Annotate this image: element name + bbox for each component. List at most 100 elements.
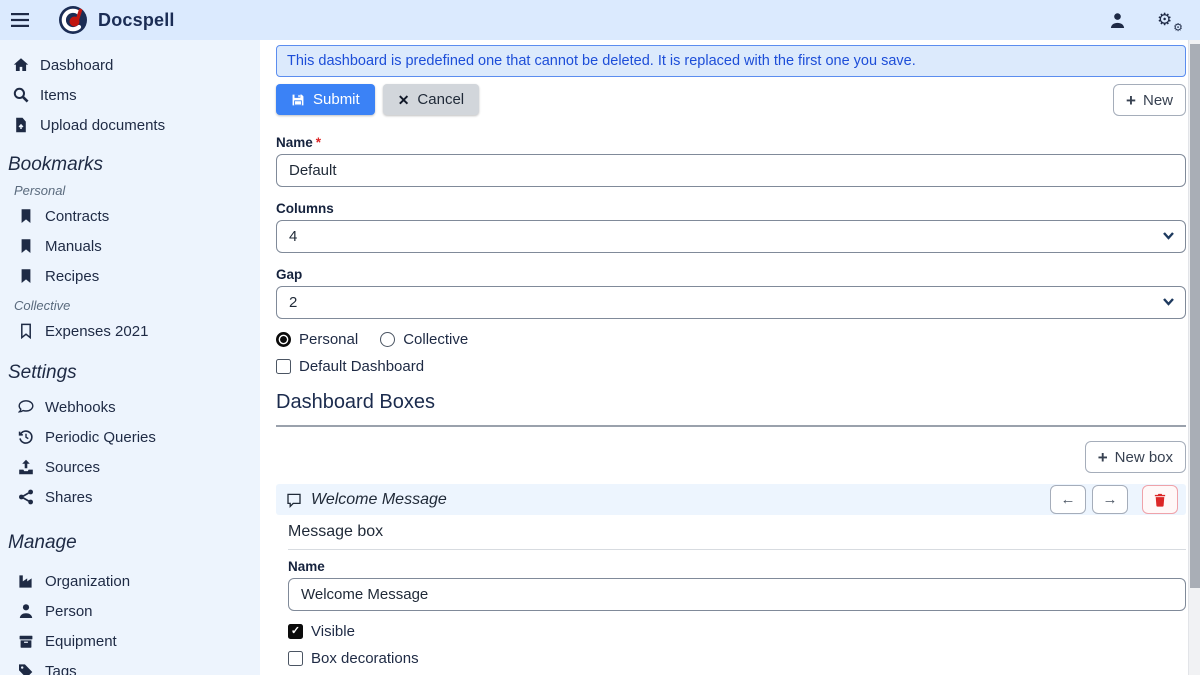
- move-box-left-button[interactable]: ←: [1050, 485, 1086, 514]
- file-upload-icon: [12, 117, 29, 134]
- sidebar-item-equipment[interactable]: Equipment: [0, 626, 260, 656]
- sidebar-item-person[interactable]: Person: [0, 596, 260, 626]
- dashboard-box-header: Welcome Message ← →: [276, 484, 1186, 515]
- columns-select-value: 4: [289, 228, 297, 245]
- chevron-down-icon: [1163, 232, 1174, 240]
- sidebar-item-dashboard[interactable]: Dasbhoard: [0, 50, 260, 80]
- vertical-scrollbar[interactable]: [1188, 40, 1200, 675]
- bookmark-icon: [17, 208, 34, 225]
- sidebar-item-periodic-queries[interactable]: Periodic Queries: [0, 422, 260, 452]
- sidebar-item-expenses-2021[interactable]: Expenses 2021: [0, 316, 260, 346]
- main-content: This dashboard is predefined one that ca…: [260, 40, 1188, 675]
- dashboard-box-title-text: Welcome Message: [311, 491, 447, 509]
- sidebar-item-label: Items: [40, 87, 77, 104]
- box-decorations-checkbox[interactable]: Box decorations: [288, 650, 419, 667]
- bookmarks-group-personal: Personal: [14, 183, 260, 198]
- checkbox-checked-icon: ✓: [288, 624, 303, 639]
- box-type-label: Message box: [288, 523, 1186, 550]
- submit-button[interactable]: Submit: [276, 84, 375, 115]
- columns-select[interactable]: 4: [276, 220, 1186, 253]
- sidebar-item-sources[interactable]: Sources: [0, 452, 260, 482]
- search-icon: [12, 87, 29, 104]
- dashboard-box-body: Message box Name ✓ Visible Box decoratio…: [276, 515, 1186, 675]
- user-menu-button[interactable]: [1104, 7, 1130, 33]
- user-icon: [1109, 12, 1126, 29]
- visible-checkbox[interactable]: ✓ Visible: [288, 623, 355, 640]
- sidebar-item-shares[interactable]: Shares: [0, 482, 260, 512]
- plus-icon: +: [1098, 449, 1108, 466]
- move-box-right-button[interactable]: →: [1092, 485, 1128, 514]
- sidebar-item-label: Upload documents: [40, 117, 165, 134]
- hamburger-menu-button[interactable]: [0, 0, 40, 40]
- default-dashboard-label: Default Dashboard: [299, 358, 424, 375]
- new-box-button-label: New box: [1115, 449, 1173, 466]
- form-actions: Submit ✕ Cancel + New: [276, 84, 1186, 116]
- sidebar-item-label: Shares: [45, 489, 93, 506]
- sidebar-item-items[interactable]: Items: [0, 80, 260, 110]
- new-box-button[interactable]: + New box: [1085, 441, 1186, 473]
- visible-label: Visible: [311, 623, 355, 640]
- checkbox-unchecked-icon: [276, 359, 291, 374]
- history-icon: [17, 429, 34, 446]
- close-icon: ✕: [398, 93, 410, 107]
- arrow-left-icon: ←: [1061, 491, 1076, 508]
- new-box-row: + New box: [276, 441, 1186, 473]
- sidebar-item-recipes[interactable]: Recipes: [0, 261, 260, 291]
- radio-collective-label: Collective: [403, 331, 468, 348]
- sidebar-item-label: Organization: [45, 573, 130, 590]
- box-name-input[interactable]: [288, 578, 1186, 611]
- bookmark-outline-icon: [17, 323, 34, 340]
- radio-collective[interactable]: Collective: [380, 331, 468, 348]
- sidebar-item-label: Equipment: [45, 633, 117, 650]
- tags-icon: [17, 663, 34, 675]
- person-icon: [17, 603, 34, 620]
- comment-box-icon: [286, 492, 302, 508]
- radio-personal[interactable]: Personal: [276, 331, 358, 348]
- sidebar-item-label: Sources: [45, 459, 100, 476]
- sidebar-item-tags[interactable]: Tags: [0, 656, 260, 675]
- sidebar-item-organization[interactable]: Organization: [0, 566, 260, 596]
- hamburger-icon: [11, 13, 29, 27]
- submit-button-label: Submit: [313, 91, 360, 108]
- radio-checked-icon: [276, 332, 291, 347]
- cancel-button[interactable]: ✕ Cancel: [383, 84, 479, 115]
- dashboard-box-title: Welcome Message: [286, 491, 447, 509]
- app-title: Docspell: [98, 10, 175, 31]
- box-icon: [17, 633, 34, 650]
- name-input[interactable]: [276, 154, 1186, 187]
- checkbox-unchecked-icon: [288, 651, 303, 666]
- sidebar-item-label: Person: [45, 603, 93, 620]
- share-icon: [17, 489, 34, 506]
- visible-row: ✓ Visible: [288, 623, 1186, 640]
- predefined-dashboard-alert: This dashboard is predefined one that ca…: [276, 45, 1186, 77]
- box-name-label: Name: [288, 559, 1186, 574]
- cancel-button-label: Cancel: [417, 91, 464, 108]
- default-dashboard-checkbox[interactable]: Default Dashboard: [276, 358, 424, 375]
- gap-label: Gap: [276, 267, 1186, 282]
- sidebar-item-label: Webhooks: [45, 399, 116, 416]
- sidebar-item-contracts[interactable]: Contracts: [0, 201, 260, 231]
- sidebar-item-label: Recipes: [45, 268, 99, 285]
- sidebar-item-label: Expenses 2021: [45, 323, 148, 340]
- sidebar-item-manuals[interactable]: Manuals: [0, 231, 260, 261]
- home-icon: [12, 57, 29, 74]
- delete-box-button[interactable]: [1142, 485, 1178, 514]
- gears-icon: ⚙ ⚙: [1157, 9, 1181, 31]
- sidebar: Dasbhoard Items Upload documents Bookmar…: [0, 40, 260, 675]
- sidebar-item-label: Contracts: [45, 208, 109, 225]
- new-dashboard-button[interactable]: + New: [1113, 84, 1186, 116]
- settings-menu-button[interactable]: ⚙ ⚙: [1156, 7, 1182, 33]
- app-logo[interactable]: Docspell: [58, 5, 175, 35]
- industry-icon: [17, 573, 34, 590]
- dashboard-box-actions: ← →: [1050, 485, 1178, 514]
- box-decorations-label: Box decorations: [311, 650, 419, 667]
- scrollbar-thumb[interactable]: [1190, 44, 1200, 588]
- dashboard-box-welcome-message: Welcome Message ← → Message box N: [276, 484, 1186, 675]
- sidebar-item-webhooks[interactable]: Webhooks: [0, 392, 260, 422]
- plus-icon: +: [1126, 92, 1136, 109]
- comment-icon: [17, 399, 34, 416]
- sidebar-item-upload-documents[interactable]: Upload documents: [0, 110, 260, 140]
- sidebar-section-manage: Manage: [8, 532, 260, 554]
- chevron-down-icon: [1163, 298, 1174, 306]
- gap-select[interactable]: 2: [276, 286, 1186, 319]
